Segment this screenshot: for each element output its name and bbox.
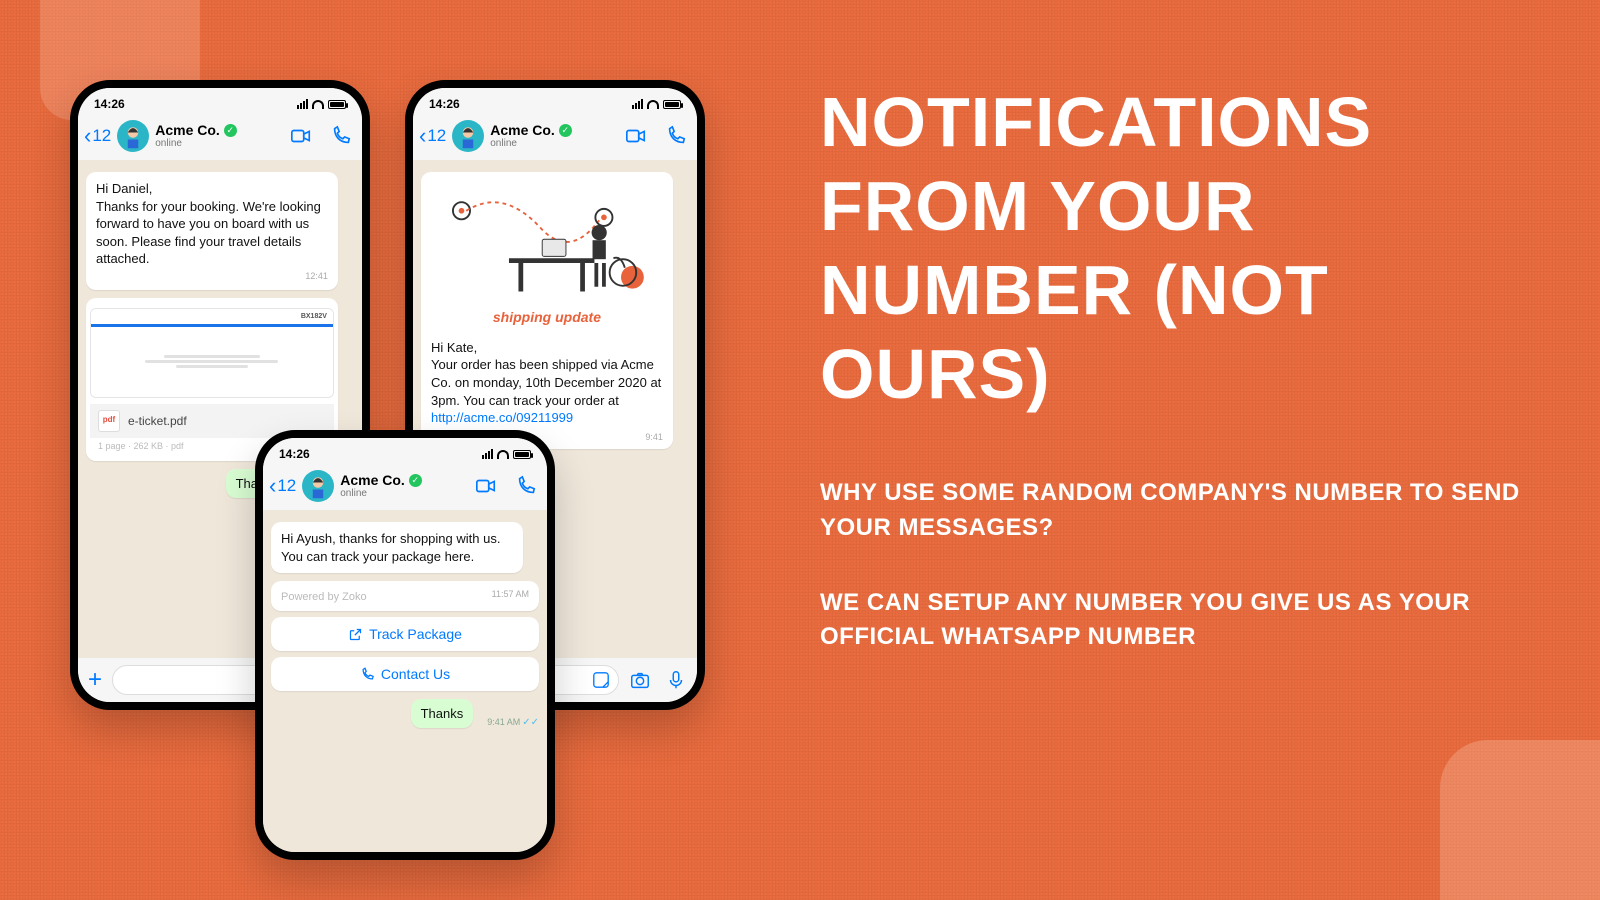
- subtext-1: WHY USE SOME RANDOM COMPANY'S NUMBER TO …: [820, 476, 1540, 546]
- online-status: online: [155, 138, 284, 149]
- button-label: Contact Us: [381, 666, 450, 682]
- incoming-message: Hi Ayush, thanks for shopping with us. Y…: [271, 522, 523, 573]
- camera-icon[interactable]: [629, 669, 651, 691]
- video-call-icon[interactable]: [475, 475, 497, 497]
- headline: NOTIFICATIONS FROM YOUR NUMBER (NOT OURS…: [820, 80, 1540, 416]
- chat-header: ‹12 Acme Co. ✓ online: [263, 466, 547, 510]
- back-count: 12: [277, 476, 296, 496]
- marketing-copy: NOTIFICATIONS FROM YOUR NUMBER (NOT OURS…: [820, 80, 1540, 655]
- powered-time: 11:57 AM: [492, 589, 529, 599]
- powered-by-text: Powered by Zoko: [281, 591, 367, 603]
- online-status: online: [340, 488, 469, 499]
- avatar[interactable]: [302, 470, 334, 502]
- status-time: 14:26: [94, 97, 125, 111]
- track-package-button[interactable]: Track Package: [271, 617, 539, 651]
- battery-icon: [328, 100, 346, 109]
- pdf-icon: pdf: [98, 410, 120, 432]
- external-link-icon: [348, 627, 363, 642]
- decor-shape-bottom-right: [1440, 740, 1600, 900]
- status-time: 14:26: [429, 97, 460, 111]
- file-meta: 1 page · 262 KB · pdf: [98, 441, 184, 451]
- message-text: Hi Ayush, thanks for shopping with us. Y…: [281, 530, 513, 565]
- phone-call-icon[interactable]: [515, 475, 537, 497]
- status-time: 14:26: [279, 447, 310, 461]
- status-bar: 14:26: [78, 88, 362, 116]
- message-time: 12:41: [96, 270, 328, 282]
- online-status: online: [490, 138, 619, 149]
- chat-body: Hi Ayush, thanks for shopping with us. Y…: [263, 514, 547, 852]
- battery-icon: [663, 100, 681, 109]
- out-text: Thanks: [421, 706, 464, 721]
- signal-icon: [297, 99, 308, 109]
- phone-icon: [360, 667, 375, 682]
- phone-mockups: 14:26 ‹12 Acme Co. ✓ online: [70, 60, 810, 880]
- shipping-illustration: shipping update: [427, 178, 667, 333]
- back-count: 12: [427, 126, 446, 146]
- subtext-2: WE CAN SETUP ANY NUMBER YOU GIVE US AS Y…: [820, 586, 1540, 656]
- battery-icon: [513, 450, 531, 459]
- tracking-link[interactable]: http://acme.co/09211999: [431, 410, 573, 425]
- phone-call-icon[interactable]: [665, 125, 687, 147]
- wifi-icon: [647, 100, 659, 109]
- contact-name: Acme Co.: [155, 123, 220, 138]
- back-button[interactable]: ‹12: [419, 123, 446, 149]
- incoming-message: Hi Daniel, Thanks for your booking. We'r…: [86, 172, 338, 290]
- read-ticks-icon: ✓✓: [522, 717, 539, 728]
- verified-icon: ✓: [559, 124, 572, 137]
- verified-icon: ✓: [409, 474, 422, 487]
- outgoing-message: Thanks: [411, 699, 474, 728]
- chevron-left-icon: ‹: [84, 123, 91, 149]
- powered-by-row: Powered by Zoko 11:57 AM: [271, 581, 539, 611]
- button-label: Track Package: [369, 626, 462, 642]
- shipping-label: shipping update: [433, 308, 661, 327]
- out-time: 9:41 AM: [487, 717, 520, 727]
- avatar[interactable]: [452, 120, 484, 152]
- video-call-icon[interactable]: [625, 125, 647, 147]
- wifi-icon: [312, 100, 324, 109]
- avatar[interactable]: [117, 120, 149, 152]
- status-bar: 14:26: [413, 88, 697, 116]
- signal-icon: [632, 99, 643, 109]
- phone-mockup-tracking: 14:26 ‹12 Acme Co. ✓ online: [255, 430, 555, 860]
- contact-name: Acme Co.: [490, 123, 555, 138]
- incoming-message: shipping update Hi Kate, Your order has …: [421, 172, 673, 449]
- back-button[interactable]: ‹12: [269, 473, 296, 499]
- contact-name: Acme Co.: [340, 473, 405, 488]
- signal-icon: [482, 449, 493, 459]
- message-text: Hi Daniel, Thanks for your booking. We'r…: [96, 180, 328, 268]
- mic-icon[interactable]: [665, 669, 687, 691]
- file-name: e-ticket.pdf: [128, 413, 187, 429]
- video-call-icon[interactable]: [290, 125, 312, 147]
- chat-header: ‹12 Acme Co. ✓ online: [78, 116, 362, 160]
- wifi-icon: [497, 450, 509, 459]
- message-text: Hi Kate, Your order has been shipped via…: [427, 337, 667, 429]
- contact-us-button[interactable]: Contact Us: [271, 657, 539, 691]
- back-count: 12: [92, 126, 111, 146]
- phone-call-icon[interactable]: [330, 125, 352, 147]
- attach-button[interactable]: +: [88, 666, 102, 694]
- verified-icon: ✓: [224, 124, 237, 137]
- sticker-icon[interactable]: [592, 671, 610, 689]
- status-bar: 14:26: [263, 438, 547, 466]
- chat-header: ‹12 Acme Co. ✓ online: [413, 116, 697, 160]
- chevron-left-icon: ‹: [269, 473, 276, 499]
- back-button[interactable]: ‹12: [84, 123, 111, 149]
- chevron-left-icon: ‹: [419, 123, 426, 149]
